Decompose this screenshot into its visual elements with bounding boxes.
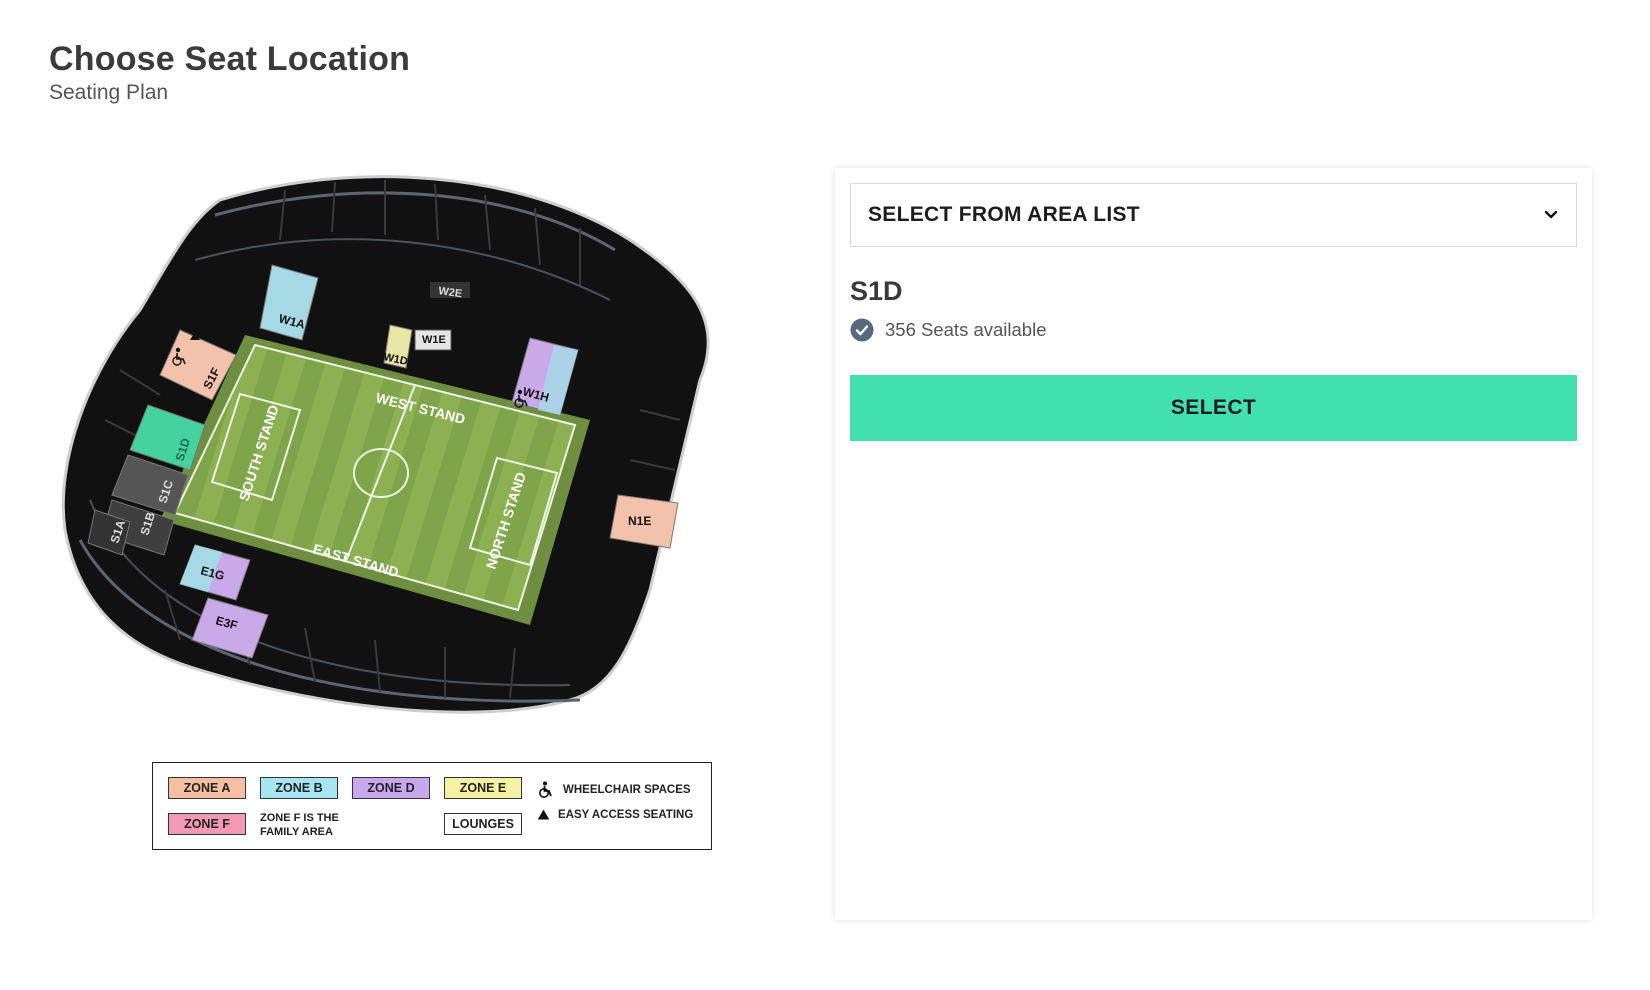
chevron-down-icon xyxy=(1544,210,1558,219)
page-title: Choose Seat Location xyxy=(49,40,411,78)
area-list-dropdown[interactable]: SELECT FROM AREA LIST xyxy=(850,183,1577,247)
check-circle-icon xyxy=(850,318,874,342)
section-n1e[interactable]: N1E xyxy=(609,494,679,549)
section-label-w1e: W1E xyxy=(422,334,446,346)
select-button[interactable]: SELECT xyxy=(850,375,1577,441)
stadium-seating-map: W1A W2E W1D W1E W1H S1F S1D S1C S1B S1A … xyxy=(50,170,760,740)
seat-availability: 356 Seats available xyxy=(850,318,1046,342)
section-w1e[interactable]: W1E xyxy=(414,329,452,351)
legend-lounges: LOUNGES xyxy=(444,813,522,835)
seat-selection-panel: SELECT FROM AREA LIST S1D 356 Seats avai… xyxy=(835,168,1592,920)
area-list-label: SELECT FROM AREA LIST xyxy=(868,203,1140,226)
section-label-n1e: N1E xyxy=(628,514,651,528)
triangle-icon xyxy=(537,809,550,820)
legend-zone-b: ZONE B xyxy=(260,777,338,799)
legend-zone-a: ZONE A xyxy=(168,777,246,799)
section-w2e[interactable]: W2E xyxy=(430,282,470,300)
legend-zone-f: ZONE F xyxy=(168,813,246,835)
wheelchair-icon xyxy=(539,781,552,798)
selected-section-code: S1D xyxy=(850,276,903,306)
availability-text: 356 Seats available xyxy=(885,319,1047,340)
legend-zone-e: ZONE E xyxy=(444,777,522,799)
legend-family-note: ZONE F IS THE FAMILY AREA xyxy=(260,812,339,838)
legend-zone-d: ZONE D xyxy=(352,777,430,799)
legend-easy-access: EASY ACCESS SEATING xyxy=(537,808,693,821)
legend-wheelchair: WHEELCHAIR SPACES xyxy=(537,781,691,799)
page-subtitle: Seating Plan xyxy=(49,81,169,104)
map-legend: ZONE A ZONE B ZONE D ZONE E ZONE F ZONE … xyxy=(152,762,712,850)
